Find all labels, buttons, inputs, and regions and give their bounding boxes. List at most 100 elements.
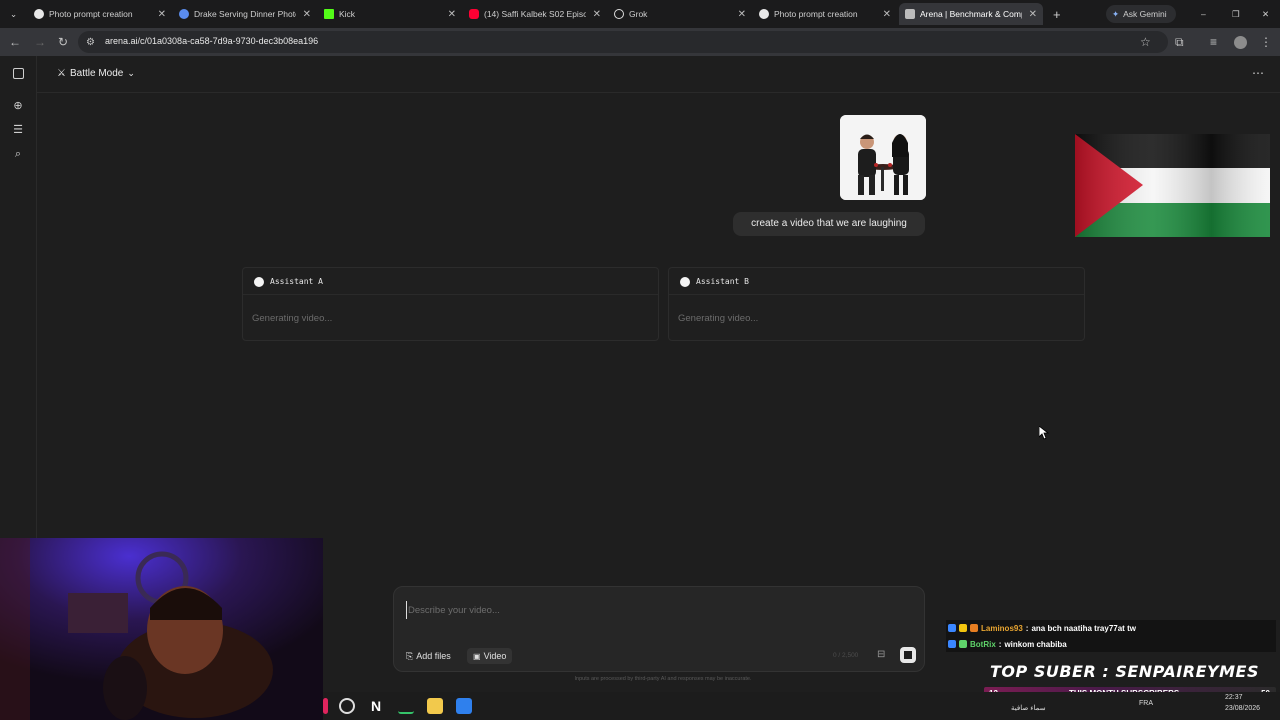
header-bar: ⚔ Battle Mode ⌄ ⋯ — [37, 56, 1280, 93]
assistant-a-name: Assistant A — [270, 277, 323, 286]
chrome-icon[interactable] — [339, 698, 355, 714]
chevron-down-icon: ⌄ — [127, 68, 135, 78]
assistant-b-header: Assistant B — [669, 268, 1084, 295]
assistant-b-status: Generating video... — [678, 313, 759, 324]
chat-username: Laminos93 — [981, 623, 1023, 633]
clock-time[interactable]: 22:37 — [1225, 694, 1243, 701]
clock-date[interactable]: 23/08/2026 — [1225, 705, 1260, 712]
paperclip-icon: ⎘ — [406, 650, 414, 661]
notion-icon[interactable]: N — [368, 698, 384, 714]
close-icon[interactable]: ✕ — [593, 9, 601, 20]
gemini-icon — [179, 9, 189, 19]
forward-icon[interactable]: → — [34, 34, 46, 50]
gemini-spark-icon: ✦ — [1112, 8, 1120, 19]
grok-icon — [614, 9, 624, 19]
tab-label: Arena | Benchmark & Comp — [920, 9, 1022, 19]
video-icon: ▣ — [473, 651, 481, 661]
stop-icon — [904, 651, 912, 659]
close-icon[interactable]: ✕ — [738, 9, 746, 20]
couple-photo-image — [840, 115, 926, 200]
search-icon[interactable]: ⌕ — [11, 147, 25, 161]
more-options-icon[interactable]: ⋯ — [1252, 66, 1264, 80]
tab-item[interactable]: (14) Saffi Kalbek S02 Episod ✕ — [463, 3, 607, 25]
tab-label: Kick — [339, 9, 356, 19]
mouse-cursor-icon — [1039, 426, 1049, 440]
file-explorer-icon[interactable] — [427, 698, 443, 714]
store-icon[interactable] — [456, 698, 472, 714]
close-icon[interactable]: ✕ — [158, 9, 166, 20]
tab-label: (14) Saffi Kalbek S02 Episod — [484, 9, 586, 19]
leaderboard-icon[interactable]: ☰ — [11, 123, 25, 137]
assistant-a-panel: Assistant A Generating video... — [242, 267, 659, 341]
windows-taskbar: N سماء صافية FRA 22:37 23/08/2026 — [323, 692, 1280, 720]
close-icon[interactable]: ✕ — [303, 9, 311, 20]
bookmark-star-icon[interactable]: ☆ — [1140, 34, 1151, 50]
chat-text: ana bch naatiha tray77at tw — [1031, 623, 1136, 633]
image-attach-icon[interactable]: ⊟ — [877, 649, 885, 660]
kick-icon — [324, 9, 334, 19]
close-icon[interactable]: ✕ — [883, 9, 891, 20]
tab-item[interactable]: Kick ✕ — [318, 3, 462, 25]
assistant-a-status: Generating video... — [252, 313, 333, 324]
prompt-input[interactable] — [406, 601, 906, 619]
add-files-label: Add files — [416, 651, 451, 661]
assistant-a-header: Assistant A — [243, 268, 658, 295]
stream-chat-overlay: Laminos93 : ana bch naatiha tray77at tw … — [946, 620, 1276, 652]
user-message-bubble: create a video that we are laughing — [733, 212, 925, 236]
close-icon[interactable]: ✕ — [1029, 9, 1037, 20]
new-tab-button[interactable]: + — [1047, 3, 1065, 25]
app-icon[interactable] — [323, 698, 328, 714]
tab-label: Drake Serving Dinner Photo — [194, 9, 296, 19]
palestine-flag-image — [1075, 134, 1270, 237]
badge-icon — [959, 640, 967, 648]
stop-generation-button[interactable] — [900, 647, 916, 663]
prompt-composer: ⎘ Add files ▣ Video 0 / 2,500 ⊟ — [393, 586, 925, 672]
tab-item[interactable]: Photo prompt creation ✕ — [753, 3, 897, 25]
weather-text: سماء صافية — [1011, 705, 1046, 712]
tab-search-button[interactable]: ⌄ — [4, 3, 22, 25]
swords-icon: ⚔ — [57, 68, 66, 79]
video-mode-label: Video — [483, 651, 507, 661]
add-files-button[interactable]: ⎘ Add files — [400, 648, 457, 664]
profile-avatar[interactable] — [1234, 36, 1247, 49]
media-controls-icon[interactable]: ≡ — [1210, 34, 1217, 50]
tab-item-active[interactable]: Arena | Benchmark & Comp ✕ — [899, 3, 1043, 25]
streamer-webcam-image — [0, 538, 323, 720]
back-icon[interactable]: ← — [9, 34, 21, 50]
site-info-icon[interactable]: ⚙ — [86, 35, 95, 51]
tab-item[interactable]: Photo prompt creation ✕ — [28, 3, 172, 25]
new-chat-icon[interactable]: ⊕ — [11, 99, 25, 113]
tab-label: Photo prompt creation — [774, 9, 858, 19]
chat-message: Laminos93 : ana bch naatiha tray77at tw — [946, 620, 1276, 636]
minimize-button[interactable]: – — [1195, 3, 1211, 25]
plus-icon: + — [1053, 6, 1061, 22]
user-image-attachment[interactable] — [840, 115, 926, 200]
ask-gemini-label: Ask Gemini — [1123, 9, 1167, 19]
address-bar[interactable]: ⚙ arena.ai/c/01a0308a-ca58-7d9a-9730-dec… — [78, 31, 1168, 53]
window-close-button[interactable]: ✕ — [1256, 3, 1272, 25]
mode-selector[interactable]: ⚔ Battle Mode ⌄ — [57, 68, 135, 79]
arena-icon — [905, 9, 915, 19]
extensions-icon[interactable]: ⧉ — [1175, 34, 1184, 50]
language-indicator[interactable]: FRA — [1139, 700, 1153, 707]
video-mode-button[interactable]: ▣ Video — [467, 648, 513, 664]
close-icon: ✕ — [1262, 8, 1270, 19]
ask-gemini-button[interactable]: ✦ Ask Gemini — [1106, 5, 1176, 23]
toggle-sidebar-icon[interactable] — [13, 68, 24, 79]
maximize-button[interactable]: ❐ — [1226, 3, 1242, 25]
assistant-b-name: Assistant B — [696, 277, 749, 286]
reload-icon[interactable]: ↻ — [58, 34, 68, 50]
terminal-icon[interactable] — [398, 698, 414, 714]
menu-kebab-icon[interactable]: ⋮ — [1260, 34, 1272, 50]
url-text: arena.ai/c/01a0308a-ca58-7d9a-9730-dec3b… — [105, 36, 319, 46]
badge-icon — [948, 640, 956, 648]
chat-message: BotRix : winkom chabiba — [946, 636, 1276, 652]
browser-tab-strip: ⌄ Photo prompt creation ✕ Drake Serving … — [0, 0, 1280, 28]
chatgpt-icon — [759, 9, 769, 19]
close-icon[interactable]: ✕ — [448, 9, 456, 20]
assistant-status-dot — [680, 277, 690, 287]
tab-item[interactable]: Drake Serving Dinner Photo ✕ — [173, 3, 317, 25]
tab-item[interactable]: Grok ✕ — [608, 3, 752, 25]
tab-label: Grok — [629, 9, 648, 19]
mode-label: Battle Mode — [69, 68, 124, 79]
